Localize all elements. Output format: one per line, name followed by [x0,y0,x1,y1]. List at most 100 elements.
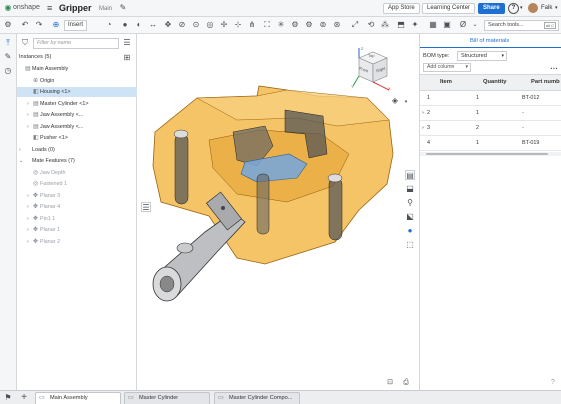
3d-viewport[interactable]: Top Front Right X Y Z ◈ ▾ ☰ ▤ ⬓ ⚲ ⬕ ● ⬚ … [137,34,419,390]
planar-mate-icon[interactable]: ✥ [163,20,173,30]
insert-button[interactable]: Insert [64,20,88,31]
tree-item[interactable]: › ▤Master Cylinder <1> [17,99,137,109]
bom-col-quantity[interactable]: Quantity [483,75,507,90]
bom-more-icon[interactable]: … [550,62,558,71]
gear-relation-icon[interactable]: ⚙ [290,20,300,30]
view-options-chevron-icon[interactable]: ▾ [401,97,411,107]
tree-caret-icon[interactable]: ⌄ [19,156,25,166]
tree-item[interactable]: › ▤Jaw Assembly <... [17,110,137,120]
screw-relation-icon[interactable]: ⊚ [318,20,328,30]
tree-item[interactable]: › Loads (0) [17,145,137,155]
cylindrical-mate-icon[interactable]: ⊘ [177,20,187,30]
bom-row[interactable]: 4 1 BT-019 [420,136,561,151]
mate-connectors-icon[interactable]: ⚲ [405,198,415,208]
guide-post-left[interactable] [174,133,189,205]
tree-item[interactable]: ◧Pusher <1> [17,133,137,143]
learning-center-button[interactable]: Learning Center [422,3,476,14]
help-chevron-icon[interactable]: ▾ [520,5,523,11]
user-name[interactable]: Falk [541,5,552,11]
more-tools-chevron-icon[interactable]: ⌄ [470,20,480,30]
instances-panel-icon[interactable]: ⤒ [3,38,13,48]
tangent-mate-icon[interactable]: ⊹ [233,20,243,30]
document-tab[interactable]: ▭ Master Cylinder [124,392,210,404]
bom-row-expand-icon[interactable]: › [422,106,424,120]
fastened-mate-icon[interactable]: ● [120,20,130,30]
branch-label[interactable]: Main [99,6,112,12]
tree-item[interactable]: ▤Main Assembly [17,64,137,74]
list-view-icon[interactable]: ☰ [122,38,132,48]
view-options-icon[interactable]: ◈ [390,96,400,106]
section-view-icon[interactable]: ⬒ [396,20,406,30]
tree-item[interactable]: ◎ Fastened 1 [17,179,137,189]
bom-toggle-icon[interactable]: ▦ [428,20,438,30]
bom-row[interactable]: › 3 2 - [420,121,561,136]
render-icon[interactable]: Ø [458,20,468,30]
view-cube-top[interactable]: Top [368,53,374,58]
bom-col-item[interactable]: Item [440,75,452,90]
document-title[interactable]: Gripper [59,3,92,13]
filter-input[interactable]: Filter by name [33,38,119,49]
history-panel-icon[interactable]: ◷ [3,66,13,76]
pattern-icon[interactable]: ⁂ [380,20,390,30]
filter-icon[interactable]: ⛉ [20,38,30,48]
ball-mate-icon[interactable]: ◎ [205,20,215,30]
bom-scrollbar-thumb[interactable] [426,153,548,155]
help-icon[interactable]: ? [508,3,519,14]
user-chevron-icon[interactable]: ▾ [555,5,558,11]
bom-row-expand-icon[interactable]: › [422,121,424,135]
tree-item[interactable]: › ✥ Planar 1 [17,225,137,235]
rack-pinion-icon[interactable]: ⚙ [304,20,314,30]
history-icon[interactable]: ◔ [104,20,114,30]
bom-row[interactable]: 1 1 BT-012 [420,91,561,106]
tree-item[interactable]: › ✥ Planar 4 [17,202,137,212]
undo-icon[interactable]: ↶ [20,20,30,30]
redo-icon[interactable]: ↷ [34,20,44,30]
tree-item[interactable]: ◧Housing <1> [17,87,137,97]
parallel-mate-icon[interactable]: ✢ [219,20,229,30]
width-mate-icon[interactable]: ⋔ [247,20,257,30]
edit-pencil-icon[interactable]: ✎ [118,3,128,13]
pin-slot-mate-icon[interactable]: ⊙ [191,20,201,30]
tree-item[interactable]: ⊕ Origin [17,76,137,86]
group-icon[interactable]: ⛶ [262,20,272,30]
revolute-mate-icon[interactable]: ◐ [134,20,144,30]
view-cube[interactable]: Top Front Right X Y Z [351,46,393,94]
panel-toggle-icon[interactable]: ☰ [141,202,151,212]
comments-icon[interactable]: ✎ [3,52,13,62]
render-studio-icon[interactable]: ● [405,226,415,236]
add-tab-icon[interactable]: + [19,393,29,403]
bom-row[interactable]: › 2 1 - [420,106,561,121]
bom-help-icon[interactable]: ? [548,378,558,388]
guide-post-right[interactable] [328,177,343,241]
tree-item[interactable]: › ✥ Planar 3 [17,191,137,201]
app-logo[interactable]: onshape [13,4,40,11]
appearance-icon[interactable]: ⬓ [405,184,415,194]
guide-post-center[interactable] [256,173,270,235]
app-store-button[interactable]: App Store [383,3,420,14]
named-positions-icon[interactable]: ▣ [442,20,452,30]
tree-item[interactable]: › ▤Jaw Assembly <... [17,122,137,132]
assembly-features-icon[interactable]: ⚙ [3,20,13,30]
tree-item[interactable]: ⌄ Mate Features (7) [17,156,137,166]
tab-manager-icon[interactable]: ⚑ [3,393,13,403]
menu-icon[interactable]: ≡ [47,3,52,13]
insert-icon[interactable]: ⊕ [51,20,61,30]
named-views-icon[interactable]: ⬚ [405,240,415,250]
bom-panel-icon[interactable]: ▤ [405,170,415,180]
tree-item[interactable]: ◎ Jaw Depth [17,168,137,178]
search-tools-input[interactable]: Search tools... alt C [484,20,559,31]
replicate-icon[interactable]: ⟲ [366,20,376,30]
print-icon[interactable]: ⎙ [401,378,411,388]
bom-scrollbar[interactable] [420,152,561,156]
bom-col-part-number[interactable]: Part numb [531,75,560,90]
tree-item[interactable]: › ✥ Pin1 1 [17,214,137,224]
tree-caret-icon[interactable]: › [19,145,25,155]
tree-item[interactable]: › ✥ Planar 2 [17,237,137,247]
add-column-button[interactable]: Add column ▾ [423,63,471,72]
configurations-icon[interactable]: ⬕ [405,212,415,222]
share-button[interactable]: Share [478,3,505,14]
explode-icon[interactable]: ✦ [410,20,420,30]
bom-type-select[interactable]: Structured ▾ [457,51,507,61]
notification-icon[interactable]: ⊡ [385,378,395,388]
slider-mate-icon[interactable]: ↔ [148,20,158,30]
